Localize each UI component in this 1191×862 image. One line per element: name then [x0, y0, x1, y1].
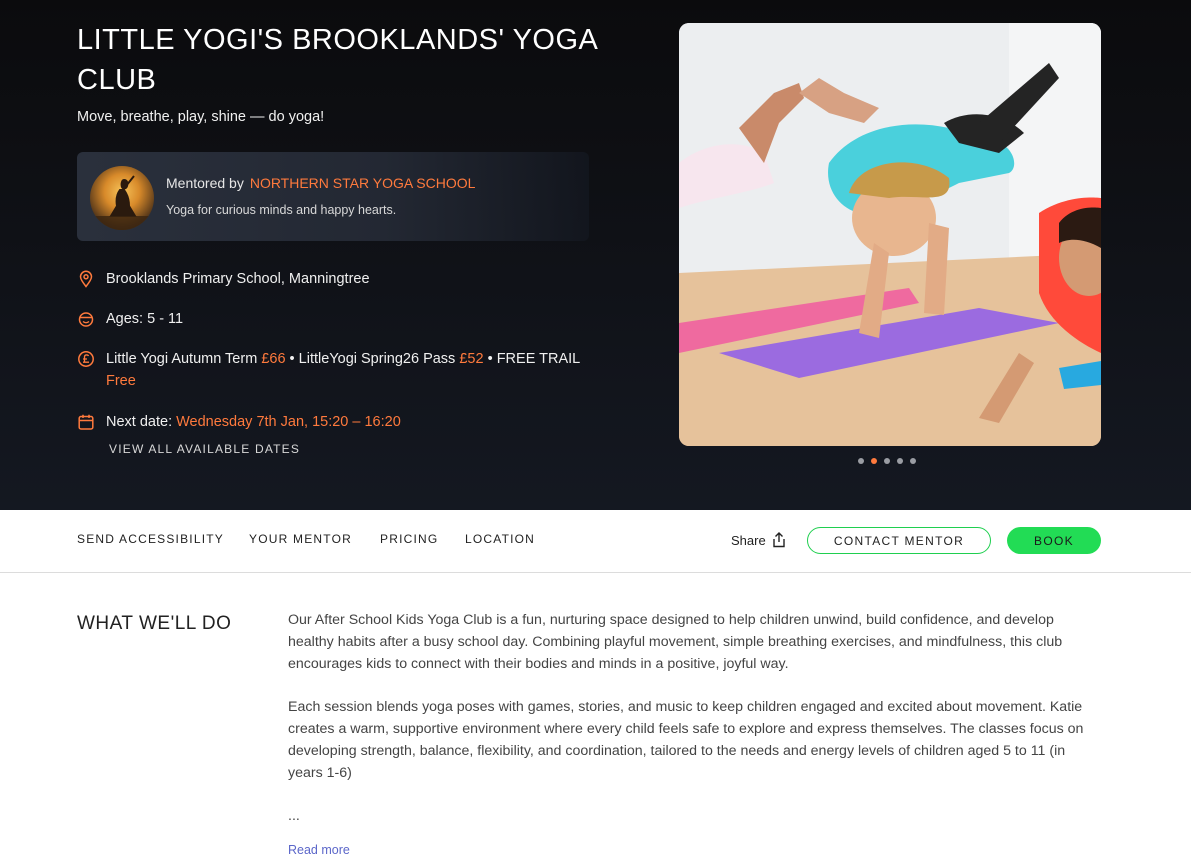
carousel-dot-1[interactable] — [858, 458, 864, 464]
location-text: Brooklands Primary School, Manningtree — [106, 271, 370, 287]
description-paragraph-1: Our After School Kids Yoga Club is a fun… — [288, 612, 1063, 672]
next-date-value: Wednesday 7th Jan, 15:20 – 16:20 — [176, 414, 401, 430]
mentor-name-link[interactable]: NORTHERN STAR YOGA SCHOOL — [250, 175, 476, 191]
hero-photo — [679, 23, 1101, 446]
price-item-1: Little Yogi Autumn Term — [106, 351, 258, 367]
carousel-dot-5[interactable] — [910, 458, 916, 464]
description-ellipsis: ... — [288, 808, 300, 825]
mentor-avatar — [90, 166, 154, 230]
calendar-icon — [78, 414, 94, 430]
nav-pricing[interactable]: PRICING — [380, 532, 438, 546]
next-date-label: Next date: — [106, 414, 173, 430]
page-title: LITTLE YOGI'S BROOKLANDS' YOGA CLUB — [77, 24, 597, 96]
description: Our After School Kids Yoga Club is a fun… — [288, 610, 1103, 862]
pound-icon — [78, 351, 94, 367]
nav-your-mentor[interactable]: YOUR MENTOR — [249, 532, 352, 546]
book-button[interactable]: BOOK — [1007, 527, 1101, 554]
price-value-1: £66 — [261, 351, 286, 367]
share-label: Share — [731, 532, 766, 548]
mentor-tagline: Yoga for curious minds and happy hearts. — [166, 203, 397, 217]
mentor-line: Mentored by NORTHERN STAR YOGA SCHOOL — [166, 175, 475, 191]
read-more-link[interactable]: Read more — [288, 840, 350, 862]
page-subtitle: Move, breathe, play, shine — do yoga! — [77, 109, 325, 125]
share-button[interactable]: Share — [731, 532, 786, 548]
contact-mentor-button[interactable]: CONTACT MENTOR — [807, 527, 991, 554]
price-item-2: LittleYogi Spring26 Pass — [298, 351, 456, 367]
carousel-dot-3[interactable] — [884, 458, 890, 464]
section-heading: WHAT WE'LL DO — [77, 613, 232, 634]
carousel-dot-4[interactable] — [897, 458, 903, 464]
info-list: Brooklands Primary School, Manningtree A… — [77, 268, 597, 456]
price-item-3: FREE TRAIL — [496, 351, 580, 367]
price-separator: • — [289, 351, 295, 367]
child-face-icon — [78, 312, 94, 327]
nav-location[interactable]: LOCATION — [465, 532, 535, 546]
carousel-dot-2[interactable] — [871, 458, 877, 464]
mentor-card[interactable]: Mentored by NORTHERN STAR YOGA SCHOOL Yog… — [77, 152, 589, 241]
carousel-dots — [858, 458, 916, 464]
map-pin-icon — [79, 270, 93, 288]
nav-send-accessibility[interactable]: SEND ACCESSIBILITY — [77, 532, 224, 546]
location-row: Brooklands Primary School, Manningtree — [77, 268, 597, 290]
view-all-dates-link[interactable]: VIEW ALL AVAILABLE DATES — [109, 442, 597, 456]
description-paragraph-2: Each session blends yoga poses with game… — [288, 699, 1084, 781]
ages-text: Ages: 5 - 11 — [106, 311, 184, 327]
pricing-row: Little Yogi Autumn Term £66 • LittleYogi… — [77, 348, 586, 392]
price-separator: • — [487, 351, 493, 367]
mentor-prefix: Mentored by — [166, 175, 244, 191]
hero-info: LITTLE YOGI'S BROOKLANDS' YOGA CLUB Move… — [77, 20, 597, 456]
hero-section: LITTLE YOGI'S BROOKLANDS' YOGA CLUB Move… — [0, 0, 1191, 510]
share-icon — [773, 532, 785, 548]
price-value-3: Free — [106, 373, 136, 389]
section-nav: SEND ACCESSIBILITY YOUR MENTOR PRICING L… — [0, 510, 1191, 573]
price-value-2: £52 — [459, 351, 484, 367]
ages-row: Ages: 5 - 11 — [77, 308, 597, 330]
next-date-row: Next date: Wednesday 7th Jan, 15:20 – 16… — [77, 411, 597, 433]
